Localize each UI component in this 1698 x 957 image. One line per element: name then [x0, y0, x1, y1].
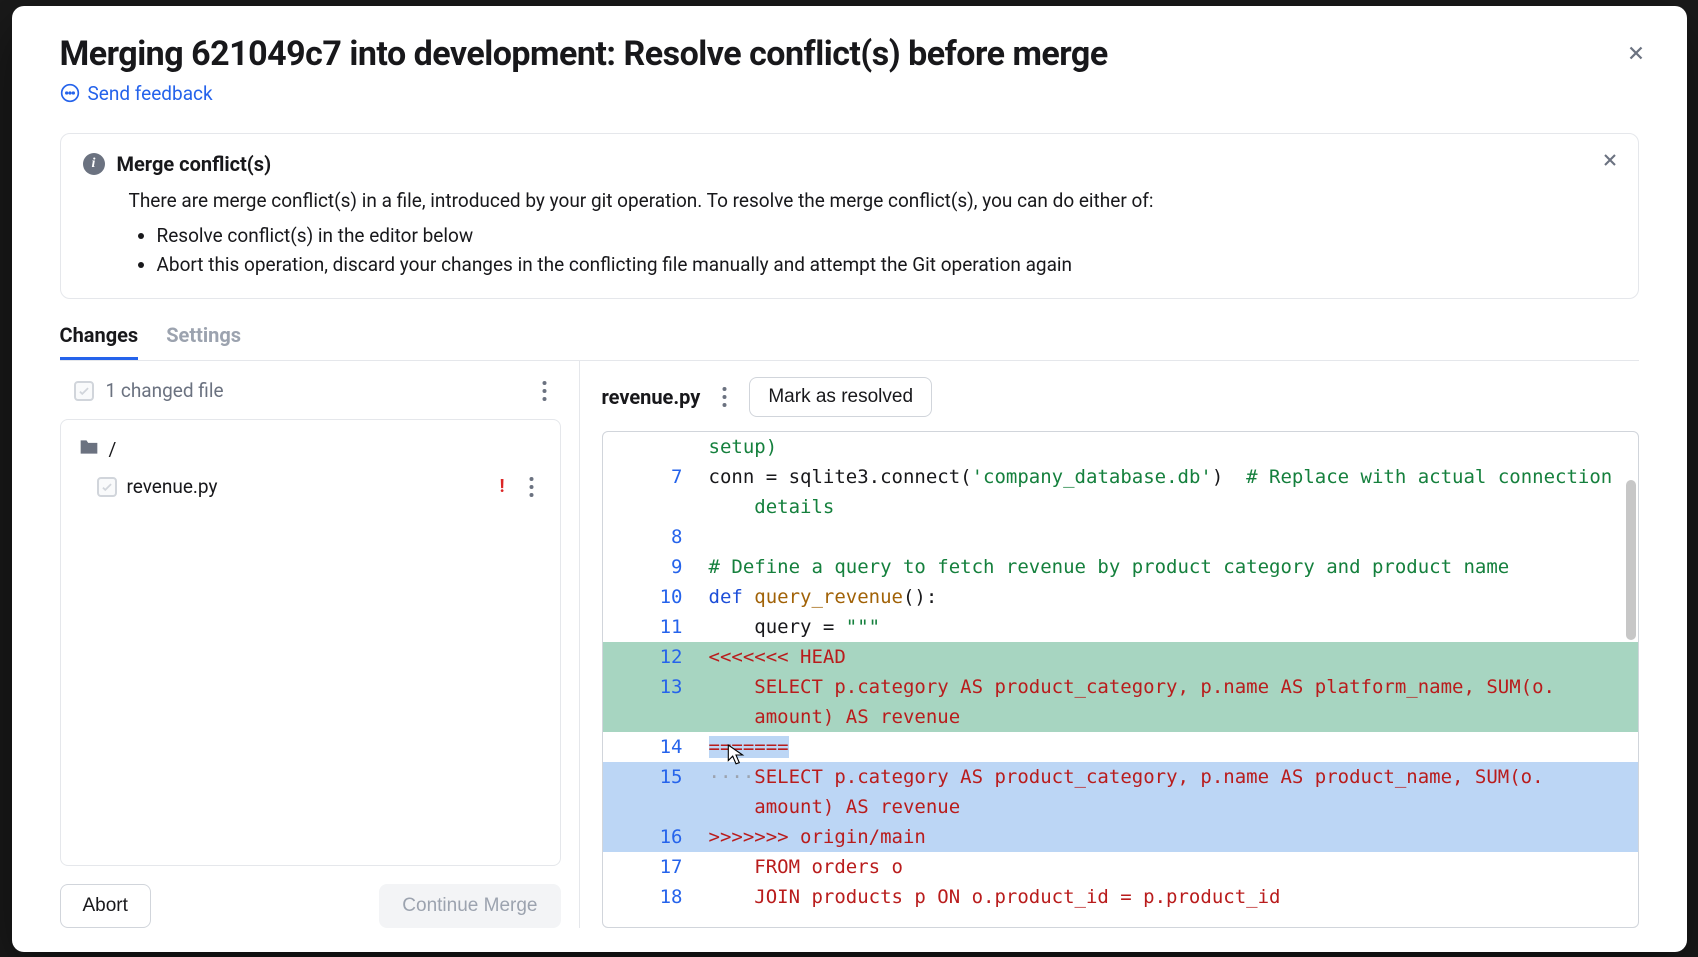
- line-content[interactable]: ····SELECT p.category AS product_categor…: [705, 762, 1638, 792]
- merge-actions: Abort Continue Merge: [60, 866, 561, 928]
- info-banner: i Merge conflict(s) There are merge conf…: [60, 133, 1639, 299]
- close-icon: [1625, 42, 1647, 64]
- editor-header: revenue.py Mark as resolved: [602, 377, 1639, 417]
- code-line-wrap[interactable]: amount) AS revenue: [603, 792, 1638, 822]
- line-number: 10: [603, 582, 705, 612]
- code-line[interactable]: 11 query = """: [603, 612, 1638, 642]
- close-icon: [1600, 150, 1620, 170]
- send-feedback-link[interactable]: Send feedback: [60, 82, 1639, 105]
- line-content[interactable]: details: [705, 492, 1638, 522]
- folder-icon: [79, 438, 99, 461]
- line-content[interactable]: def query_revenue():: [705, 582, 1638, 612]
- file-item-menu-button[interactable]: [521, 473, 542, 501]
- split-pane: 1 changed file / revenue.py !: [60, 361, 1639, 928]
- file-list-pane: 1 changed file / revenue.py !: [60, 361, 580, 928]
- code-line[interactable]: 7conn = sqlite3.connect('company_databas…: [603, 462, 1638, 492]
- line-content[interactable]: >>>>>>> origin/main: [705, 822, 1638, 852]
- abort-button[interactable]: Abort: [60, 884, 151, 928]
- line-number: 16: [603, 822, 705, 852]
- line-content[interactable]: JOIN products p ON o.product_id = p.prod…: [705, 882, 1638, 912]
- line-number: [603, 702, 705, 732]
- line-content[interactable]: amount) AS revenue: [705, 702, 1638, 732]
- code-line[interactable]: 13 SELECT p.category AS product_category…: [603, 672, 1638, 702]
- line-content[interactable]: =======: [705, 732, 1638, 762]
- line-number: [603, 492, 705, 522]
- file-list-menu-button[interactable]: [534, 377, 555, 405]
- code-line[interactable]: 12<<<<<<< HEAD: [603, 642, 1638, 672]
- line-content[interactable]: SELECT p.category AS product_category, p…: [705, 672, 1638, 702]
- chat-icon: [60, 83, 80, 103]
- merge-conflict-dialog: Merging 621049c7 into development: Resol…: [12, 6, 1687, 952]
- line-content[interactable]: FROM orders o: [705, 852, 1638, 882]
- tree-root-label: /: [109, 438, 117, 461]
- line-number: 7: [603, 462, 705, 492]
- code-line[interactable]: 18 JOIN products p ON o.product_id = p.p…: [603, 882, 1638, 912]
- code-line[interactable]: 8: [603, 522, 1638, 552]
- line-content[interactable]: query = """: [705, 612, 1638, 642]
- line-content[interactable]: conn = sqlite3.connect('company_database…: [705, 462, 1638, 492]
- info-close-button[interactable]: [1600, 150, 1620, 173]
- code-line[interactable]: 17 FROM orders o: [603, 852, 1638, 882]
- line-content[interactable]: <<<<<<< HEAD: [705, 642, 1638, 672]
- editor-filename: revenue.py: [602, 385, 701, 409]
- check-icon: [100, 480, 114, 494]
- line-content[interactable]: setup): [705, 432, 1638, 462]
- line-content[interactable]: [705, 522, 1638, 552]
- info-title: Merge conflict(s): [117, 152, 272, 176]
- line-number: 18: [603, 882, 705, 912]
- tree-file-label: revenue.py: [127, 475, 218, 498]
- tree-root[interactable]: /: [69, 432, 552, 467]
- info-icon: i: [83, 153, 105, 175]
- editor-menu-button[interactable]: [714, 383, 735, 411]
- changed-files-count: 1 changed file: [106, 379, 224, 402]
- file-tree: / revenue.py !: [60, 419, 561, 866]
- code-line[interactable]: 16>>>>>>> origin/main: [603, 822, 1638, 852]
- line-content[interactable]: # Define a query to fetch revenue by pro…: [705, 552, 1638, 582]
- conflict-marker-icon: !: [500, 476, 505, 497]
- code-line-wrap[interactable]: amount) AS revenue: [603, 702, 1638, 732]
- continue-merge-button: Continue Merge: [379, 884, 560, 928]
- code-line[interactable]: 9# Define a query to fetch revenue by pr…: [603, 552, 1638, 582]
- tab-bar: Changes Settings: [60, 323, 1639, 361]
- select-all-checkbox[interactable]: [74, 381, 94, 401]
- feedback-label: Send feedback: [88, 82, 213, 105]
- file-checkbox[interactable]: [97, 477, 117, 497]
- info-intro: There are merge conflict(s) in a file, i…: [129, 189, 1154, 212]
- code-line[interactable]: 15····SELECT p.category AS product_categ…: [603, 762, 1638, 792]
- code-line[interactable]: setup): [603, 432, 1638, 462]
- tab-settings[interactable]: Settings: [166, 323, 241, 360]
- line-number: 17: [603, 852, 705, 882]
- check-icon: [77, 384, 91, 398]
- code-line[interactable]: 14=======: [603, 732, 1638, 762]
- kebab-icon: [542, 381, 547, 401]
- line-number: 9: [603, 552, 705, 582]
- kebab-icon: [529, 477, 534, 497]
- tab-changes[interactable]: Changes: [60, 323, 139, 360]
- line-number: 13: [603, 672, 705, 702]
- line-number: 8: [603, 522, 705, 552]
- line-number: 15: [603, 762, 705, 792]
- line-number: 12: [603, 642, 705, 672]
- line-number: [603, 432, 705, 462]
- line-number: 11: [603, 612, 705, 642]
- code-line[interactable]: 10def query_revenue():: [603, 582, 1638, 612]
- editor-pane: revenue.py Mark as resolved setup)7conn …: [580, 361, 1639, 928]
- line-number: 14: [603, 732, 705, 762]
- dialog-close-button[interactable]: [1625, 42, 1647, 64]
- info-bullet-2: Abort this operation, discard your chang…: [157, 250, 1616, 279]
- info-body: There are merge conflict(s) in a file, i…: [83, 186, 1616, 280]
- line-number: [603, 792, 705, 822]
- code-editor[interactable]: setup)7conn = sqlite3.connect('company_d…: [602, 431, 1639, 928]
- file-list-header: 1 changed file: [60, 377, 561, 405]
- info-bullet-1: Resolve conflict(s) in the editor below: [157, 221, 1616, 250]
- tree-file-revenue[interactable]: revenue.py !: [69, 467, 552, 507]
- scrollbar-thumb[interactable]: [1626, 480, 1636, 640]
- kebab-icon: [722, 387, 727, 407]
- mark-as-resolved-button[interactable]: Mark as resolved: [749, 377, 932, 417]
- code-line-wrap[interactable]: details: [603, 492, 1638, 522]
- dialog-title: Merging 621049c7 into development: Resol…: [60, 34, 1639, 74]
- line-content[interactable]: amount) AS revenue: [705, 792, 1638, 822]
